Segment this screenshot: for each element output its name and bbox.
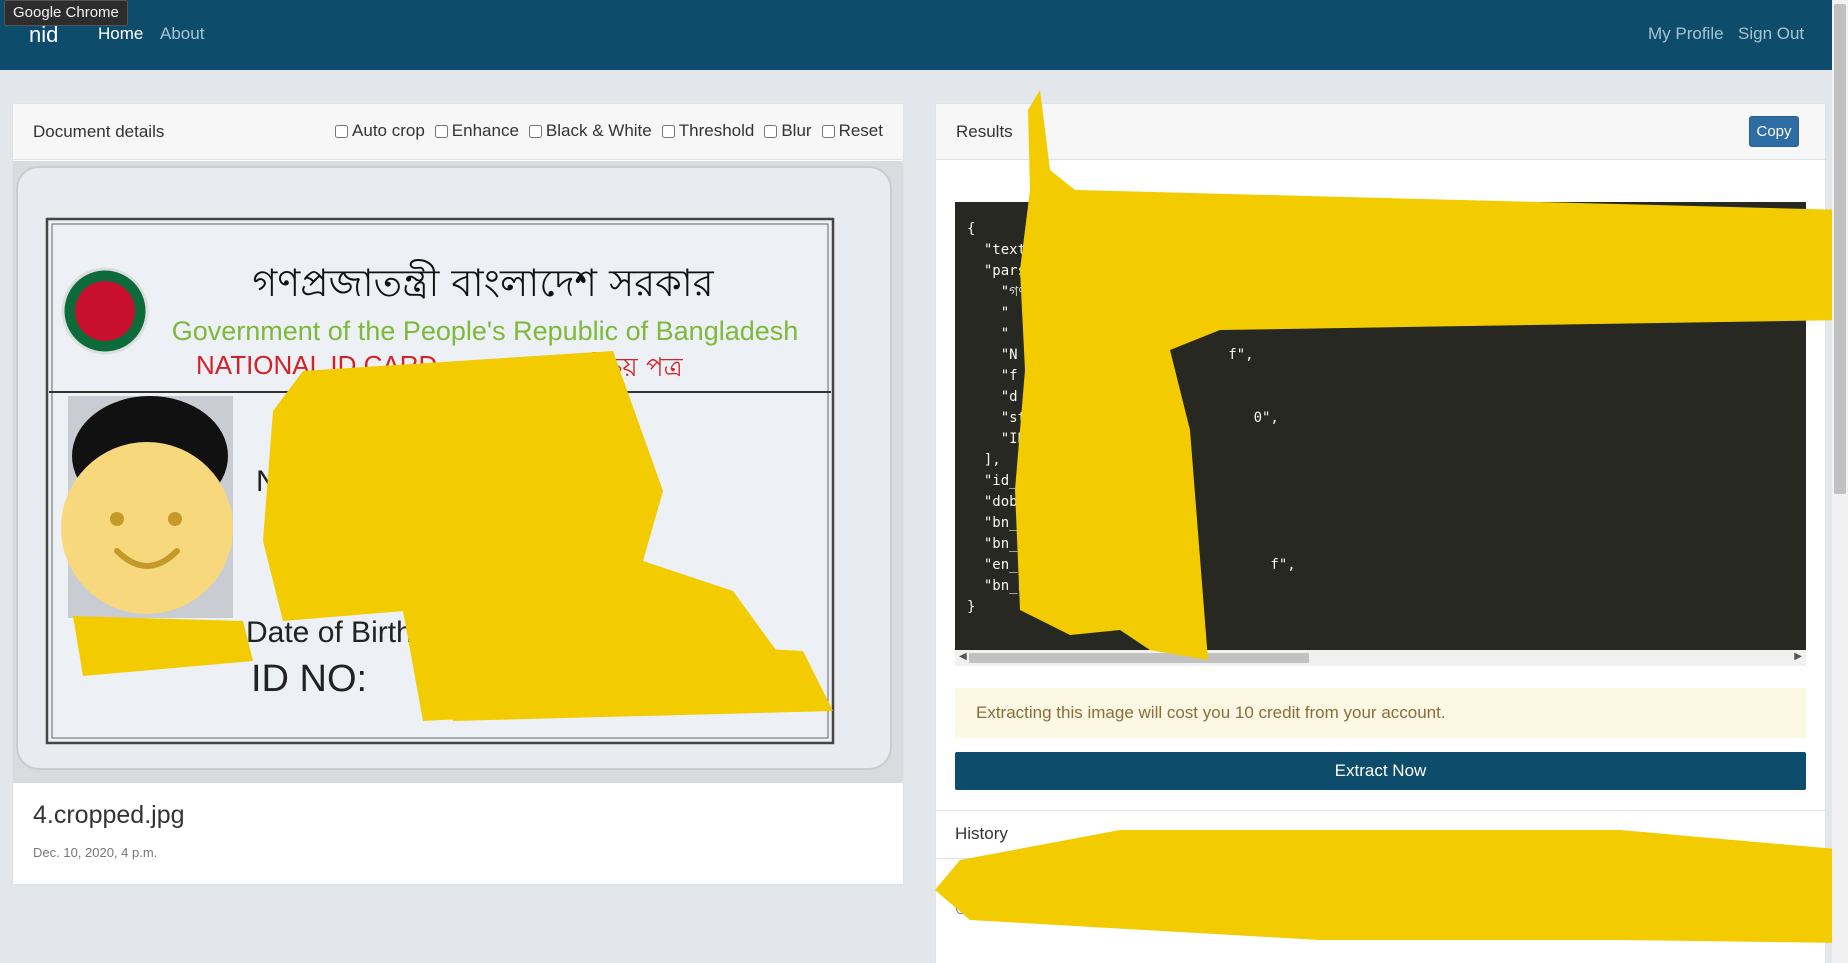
code-line: } — [967, 599, 976, 615]
nav-sign-out-link[interactable]: Sign Out — [1738, 24, 1804, 44]
code-line: "id_no — [967, 473, 1035, 489]
code-line: "N f", — [967, 347, 1254, 363]
filter-black-white[interactable]: Black & White — [528, 121, 652, 141]
extract-now-button[interactable]: Extract Now — [955, 752, 1806, 790]
code-line: "bn_fath — [967, 536, 1052, 552]
filter-reset[interactable]: Reset — [821, 121, 883, 141]
history-title: History — [955, 824, 1008, 843]
code-line: " — [967, 305, 1010, 321]
code-line: "pars — [967, 263, 1027, 279]
document-date: Dec. 10, 2020, 4 p.m. — [33, 845, 158, 860]
filter-label: Threshold — [678, 121, 755, 140]
credit-cost-notice: Extracting this image will cost you 10 c… — [955, 688, 1806, 738]
filter-label: Reset — [838, 121, 883, 140]
black-white-checkbox[interactable] — [528, 124, 542, 138]
results-card: Results Copy { "text" "pars "গণ " " "N f… — [935, 103, 1826, 963]
history-divider — [936, 858, 1825, 859]
document-details-card: Document details Auto crop Enhance Black… — [12, 103, 904, 885]
image-filter-options: Auto crop Enhance Black & White Threshol… — [335, 121, 883, 141]
json-horizontal-scrollbar[interactable]: ◀ ▶ — [955, 650, 1806, 666]
filter-threshold[interactable]: Threshold — [661, 121, 755, 141]
filter-enhance[interactable]: Enhance — [434, 121, 519, 141]
threshold-checkbox[interactable] — [661, 124, 675, 138]
code-line: ], — [967, 452, 1001, 468]
filter-blur[interactable]: Blur — [764, 121, 812, 141]
code-line: "text" — [967, 242, 1035, 258]
page-scrollbar[interactable] — [1832, 0, 1848, 963]
scroll-left-icon[interactable]: ◀ — [959, 651, 967, 662]
page-scrollbar-thumb[interactable] — [1834, 4, 1846, 494]
reset-checkbox[interactable] — [821, 124, 835, 138]
history-divider — [936, 810, 1825, 811]
results-card-header: Results Copy — [936, 104, 1825, 160]
card-gov-title: Government of the People's Republic of B… — [172, 316, 799, 346]
blur-checkbox[interactable] — [764, 124, 778, 138]
top-navbar: nid Home About My Profile Sign Out — [0, 0, 1848, 70]
json-scrollbar-thumb[interactable] — [969, 653, 1309, 663]
code-line: "ID — [967, 431, 1027, 447]
card-bangla-title: গণপ্রজাতন্ত্রী বাংলাদেশ সরকার — [252, 259, 714, 305]
id-card-scan: গণপ্রজাতন্ত্রী বাংলাদেশ সরকার Government… — [13, 161, 903, 783]
auto-crop-checkbox[interactable] — [335, 124, 349, 138]
code-line: "dob": — [967, 494, 1035, 510]
history-count: 5 — [1782, 894, 1791, 911]
filter-auto-crop[interactable]: Auto crop — [335, 121, 425, 141]
filter-label: Auto crop — [352, 121, 425, 140]
history-item[interactable]: গণ — [955, 874, 973, 898]
code-line: "d — [967, 389, 1018, 405]
code-line: " — [967, 326, 1010, 342]
document-filename: 4.cropped.jpg — [33, 801, 185, 829]
card-dob-label: Date of Birth — [246, 616, 413, 649]
nav-my-profile-link[interactable]: My Profile — [1648, 24, 1724, 44]
filter-label: Black & White — [545, 121, 652, 140]
code-line: "f — [967, 368, 1018, 384]
enhance-checkbox[interactable] — [434, 124, 448, 138]
filter-label: Blur — [781, 121, 812, 140]
json-result-viewer[interactable]: { "text" "pars "গণ " " "N f", "f "d "sto… — [955, 202, 1806, 650]
filter-label: Enhance — [451, 121, 519, 140]
code-line: { — [967, 221, 976, 237]
code-line: "bn_mo — [967, 515, 1035, 531]
nav-about-link[interactable]: About — [160, 24, 204, 44]
code-line: "গণ — [967, 284, 1027, 300]
face-sticker — [61, 442, 233, 614]
browser-tooltip: Google Chrome — [4, 0, 128, 26]
document-card-header: Document details Auto crop Enhance Black… — [13, 104, 903, 160]
code-line: "bn_name — [967, 578, 1052, 594]
history-item[interactable]: ওমর — [955, 898, 981, 922]
nav-home-link[interactable]: Home — [98, 24, 143, 44]
copy-button[interactable]: Copy — [1749, 116, 1799, 147]
scroll-right-icon[interactable]: ▶ — [1794, 651, 1802, 662]
card-id-label: ID NO: — [251, 658, 367, 700]
document-details-title: Document details — [33, 122, 165, 141]
code-line: "en_nam f", — [967, 557, 1296, 573]
code-line: "sto 0", — [967, 410, 1279, 426]
id-card-image: গণপ্রজাতন্ত্রী বাংলাদেশ সরকার Government… — [13, 161, 903, 783]
results-title: Results — [956, 122, 1013, 141]
